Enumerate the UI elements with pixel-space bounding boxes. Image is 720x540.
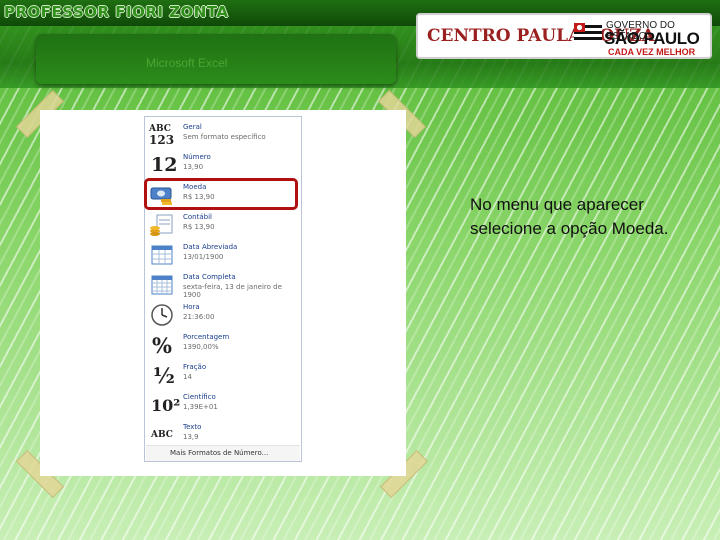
slide-title-box: Microsoft Excel [36,34,396,84]
menu-item-label: Hora [183,303,200,311]
instruction-text: No menu que aparecer selecione a opção M… [470,195,669,238]
menu-item-cientifico[interactable]: 10² Científico 1,39E+01 [145,390,301,419]
calendar-long-icon [151,275,173,295]
menu-item-label: Contábil [183,213,212,221]
accounting-icon [150,214,173,236]
number-format-menu: ABC 123 Geral Sem formato específico 12 … [144,116,302,462]
scientific-icon: 10² [149,392,181,418]
menu-item-data-abreviada[interactable]: Data Abreviada 13/01/1900 [145,240,301,269]
menu-item-label: Número [183,153,211,161]
menu-item-sample: 13,9 [183,433,199,441]
menu-item-data-completa[interactable]: Data Completa sexta-feira, 13 de janeiro… [145,270,301,299]
clock-icon [151,304,173,326]
sao-paulo-flag-icon [574,23,602,45]
percent-icon: % [149,332,175,358]
menu-item-fracao[interactable]: ½ Fração 14 [145,360,301,389]
menu-item-sample: Sem formato específico [183,133,266,141]
menu-item-label: Data Completa [183,273,236,281]
abc-123-icon: ABC 123 [149,124,175,147]
number-12-icon: 12 [151,154,178,176]
institution-logo: CENTRO PAULA SOUZA GOVERNO DO ESTADO SÃO… [416,13,712,59]
fraction-glyph: ½ [153,363,175,388]
percent-glyph: % [152,333,172,358]
state-slogan: CADA VEZ MELHOR [608,47,696,57]
calendar-short-icon [151,245,173,265]
menu-item-sample: sexta-feira, 13 de janeiro de 1900 [183,283,282,299]
menu-item-label: Texto [183,423,202,431]
menu-item-label: Fração [183,363,207,371]
menu-item-numero[interactable]: 12 Número 13,90 [145,150,301,179]
menu-item-sample: 14 [183,373,192,381]
selection-highlight [144,178,298,210]
menu-item-sample: 13/01/1900 [183,253,224,261]
menu-item-porcentagem[interactable]: % Porcentagem 1390,00% [145,330,301,359]
menu-item-sample: 1,39E+01 [183,403,218,411]
slide-subtitle: Microsoft Excel [146,56,228,70]
fraction-icon: ½ [149,362,175,388]
more-number-formats-link[interactable]: Mais Formatos de Número... [146,445,300,461]
menu-item-hora[interactable]: Hora 21:36:00 [145,300,301,329]
menu-item-label: Científico [183,393,216,401]
scientific-glyph: 10² [151,396,181,415]
menu-item-label: Porcentagem [183,333,230,341]
menu-item-sample: 13,90 [183,163,204,171]
menu-item-geral[interactable]: ABC 123 Geral Sem formato específico [145,120,301,149]
menu-item-sample: R$ 13,90 [183,223,215,231]
menu-item-contabil[interactable]: Contábil R$ 13,90 [145,210,301,239]
menu-item-label: Geral [183,123,202,131]
menu-item-sample: 21:36:00 [183,313,215,321]
state-name: SÃO PAULO [604,29,700,48]
menu-item-label: Data Abreviada [183,243,238,251]
menu-item-sample: 1390,00% [183,343,219,351]
brand-title: PROFESSOR FIORI ZONTA [4,3,229,21]
text-glyph: ABC [151,430,173,440]
more-number-formats-label: Mais Formatos de Número... [170,449,269,457]
